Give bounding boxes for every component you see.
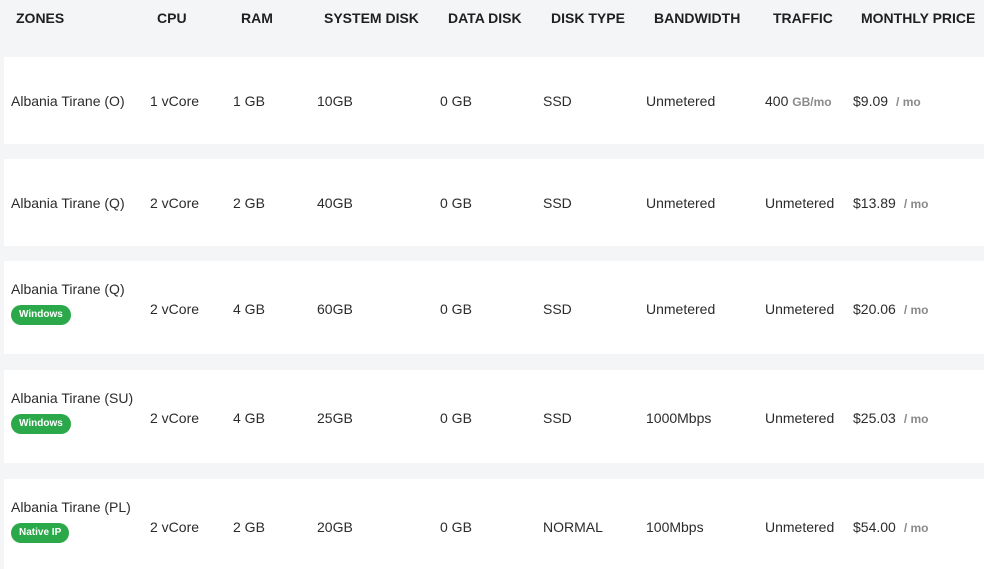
cpu-value: 2 vCore [150,301,200,317]
price-cell: $9.09 / mo [853,93,921,109]
header-disk-type: DISK TYPE [551,10,625,26]
zone-name: Albania Tirane (O) [11,93,125,109]
disk-type-value: SSD [543,93,572,109]
price-unit: / mo [903,521,929,535]
data-disk-value: 0 GB [440,301,472,317]
data-disk-value: 0 GB [440,519,472,535]
native-ip-badge: Native IP [11,523,70,543]
price-cell: $25.03 / mo [853,410,929,426]
bandwidth-value: Unmetered [646,93,716,109]
cpu-value: 1 vCore [150,93,200,109]
traffic-value: Unmetered [765,195,835,211]
ram-value: 4 GB [233,301,265,317]
system-disk-value: 25GB [317,410,353,426]
price-value: $25.03 [853,410,896,426]
ram-value: 1 GB [233,93,265,109]
data-disk-value: 0 GB [440,93,472,109]
traffic-unit: GB/mo [792,95,832,109]
zone-name: Albania Tirane (PL) [11,499,131,515]
header-system-disk: SYSTEM DISK [324,10,419,26]
traffic-cell: 400 GB/mo [765,93,832,109]
table-row[interactable]: Albania Tirane (O) 1 vCore 1 GB 10GB 0 G… [4,57,984,144]
data-disk-value: 0 GB [440,410,472,426]
system-disk-value: 10GB [317,93,353,109]
data-disk-value: 0 GB [440,195,472,211]
disk-type-value: SSD [543,410,572,426]
header-bandwidth: BANDWIDTH [654,10,741,26]
table-row[interactable]: Albania Tirane (Q) Windows 2 vCore 4 GB … [4,261,984,354]
zone-name: Albania Tirane (Q) [11,195,125,211]
system-disk-value: 40GB [317,195,353,211]
header-ram: RAM [241,10,273,26]
bandwidth-value: 100Mbps [646,519,704,535]
price-value: $20.06 [853,301,896,317]
cpu-value: 2 vCore [150,519,200,535]
bandwidth-value: Unmetered [646,195,716,211]
system-disk-value: 20GB [317,519,353,535]
traffic-value: Unmetered [765,301,835,317]
cpu-value: 2 vCore [150,195,200,211]
ram-value: 4 GB [233,410,265,426]
zone-name: Albania Tirane (SU) [11,390,134,406]
traffic-value: Unmetered [765,410,835,426]
traffic-value: Unmetered [765,519,835,535]
price-cell: $13.89 / mo [853,195,929,211]
cpu-value: 2 vCore [150,410,200,426]
price-cell: $54.00 / mo [853,519,929,535]
table-row[interactable]: Albania Tirane (Q) 2 vCore 2 GB 40GB 0 G… [4,159,984,246]
disk-type-value: SSD [543,301,572,317]
disk-type-value: NORMAL [543,519,603,535]
price-unit: / mo [896,95,921,109]
header-traffic: TRAFFIC [773,10,833,26]
price-unit: / mo [903,412,929,426]
bandwidth-value: Unmetered [646,301,716,317]
windows-badge: Windows [11,414,71,434]
windows-badge: Windows [11,305,71,325]
price-cell: $20.06 / mo [853,301,929,317]
price-unit: / mo [903,197,929,211]
header-cpu: CPU [157,10,187,26]
price-unit: / mo [903,303,929,317]
traffic-value: 400 [765,93,789,109]
bandwidth-value: 1000Mbps [646,410,712,426]
zone-name: Albania Tirane (Q) [11,281,125,297]
header-data-disk: DATA DISK [448,10,522,26]
table-row[interactable]: Albania Tirane (PL) Native IP 2 vCore 2 … [4,479,984,569]
table-header: ZONES CPU RAM SYSTEM DISK DATA DISK DISK… [0,0,984,38]
ram-value: 2 GB [233,519,265,535]
header-zones: ZONES [16,10,65,26]
table-row[interactable]: Albania Tirane (SU) Windows 2 vCore 4 GB… [4,370,984,463]
disk-type-value: SSD [543,195,572,211]
price-value: $13.89 [853,195,896,211]
price-value: $54.00 [853,519,896,535]
price-value: $9.09 [853,93,889,109]
header-monthly-price: MONTHLY PRICE [861,10,976,26]
system-disk-value: 60GB [317,301,353,317]
ram-value: 2 GB [233,195,265,211]
